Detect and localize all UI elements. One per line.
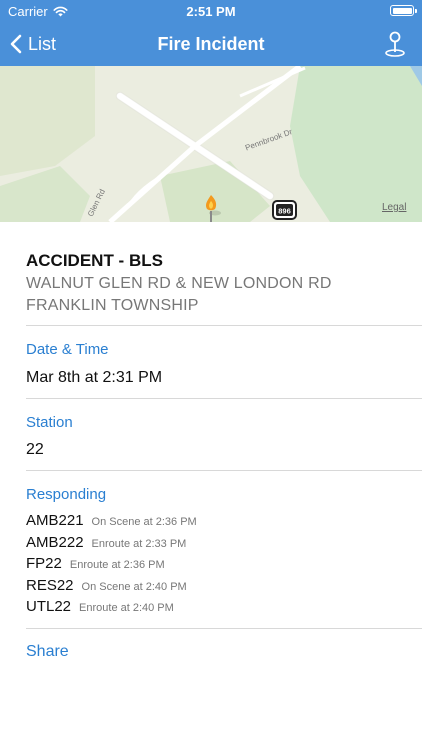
map-view[interactable]: Pennbrook Dr Glen Rd [0,66,422,222]
list-item: FP22 Enroute at 2:36 PM [26,555,197,577]
responding-label: Responding [26,486,107,503]
route-shield-icon: 896 [272,200,297,220]
unit-status: Enroute at 2:40 PM [79,602,174,614]
incident-details: ACCIDENT - BLS WALNUT GLEN RD & NEW LOND… [0,222,422,629]
responding-unit-list: AMB221 On Scene at 2:36 PM AMB222 Enrout… [26,512,197,620]
list-item: AMB221 On Scene at 2:36 PM [26,512,197,534]
map-pin-icon[interactable] [382,30,408,58]
date-time-value: Mar 8th at 2:31 PM [26,369,163,386]
unit-status: Enroute at 2:36 PM [69,559,165,571]
station-label: Station [26,414,73,431]
list-item: UTL22 Enroute at 2:40 PM [26,598,197,620]
incident-address: WALNUT GLEN RD & NEW LONDON RD [26,275,332,292]
unit-name: RES22 [26,576,74,594]
unit-name: AMB221 [26,512,84,529]
incident-summary: ACCIDENT - BLS WALNUT GLEN RD & NEW LOND… [26,222,422,326]
station-value: 22 [26,441,44,458]
header: Carrier 2:51 PM List Fire Incident [0,0,422,66]
battery-icon [390,5,417,16]
date-time-label: Date & Time [26,341,109,358]
legal-link[interactable]: Legal [382,202,406,213]
nav-bar: List Fire Incident [0,22,422,66]
share-button[interactable]: Share [26,643,69,661]
unit-status: On Scene at 2:36 PM [91,516,197,528]
list-item: AMB222 Enroute at 2:33 PM [26,534,197,556]
unit-name: FP22 [26,555,62,572]
status-time: 2:51 PM [186,4,236,19]
list-item: RES22 On Scene at 2:40 PM [26,577,197,599]
incident-township: FRANKLIN TOWNSHIP [26,297,199,314]
status-bar: Carrier 2:51 PM [0,0,422,22]
unit-name: AMB222 [26,533,84,551]
date-time-section: Date & Time Mar 8th at 2:31 PM [26,326,422,399]
unit-name: UTL22 [26,598,72,615]
unit-status: Enroute at 2:33 PM [91,537,187,550]
incident-type: ACCIDENT - BLS [26,251,163,270]
page-title: Fire Incident [157,34,265,54]
responding-section: Responding AMB221 On Scene at 2:36 PM AM… [26,471,422,629]
route-number: 896 [278,206,291,215]
unit-status: On Scene at 2:40 PM [81,580,187,593]
fire-marker-icon[interactable] [201,193,223,222]
station-section: Station 22 [26,399,422,471]
